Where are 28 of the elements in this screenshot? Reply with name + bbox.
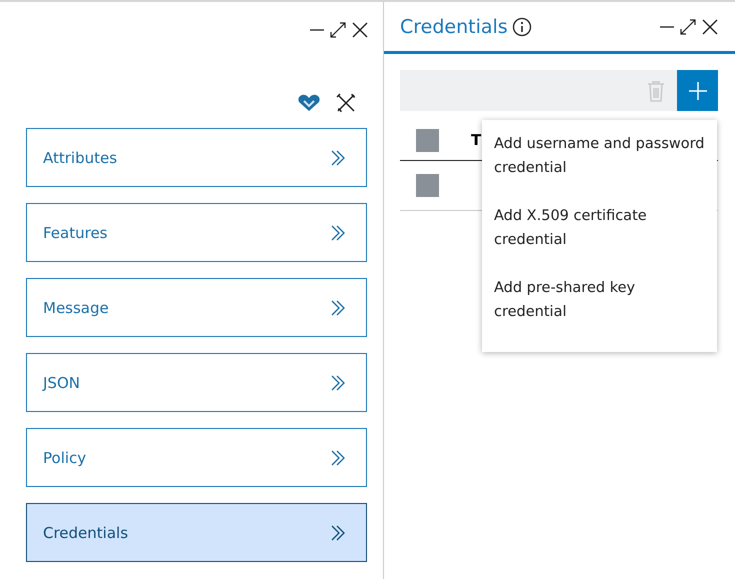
menu-item[interactable]: Add X.509 certificate credential xyxy=(494,204,705,252)
maximize-icon[interactable] xyxy=(329,21,347,39)
double-chevron-icon xyxy=(330,224,346,242)
add-button[interactable] xyxy=(677,70,718,111)
double-chevron-icon xyxy=(330,148,346,166)
double-chevron-icon xyxy=(330,298,346,316)
plus-icon xyxy=(688,80,708,100)
nav-item[interactable]: Credentials xyxy=(26,503,367,562)
column-header: T xyxy=(471,131,482,149)
nav-item[interactable]: JSON xyxy=(26,353,367,412)
maximize-icon[interactable] xyxy=(679,18,697,36)
nav-item[interactable]: Message xyxy=(26,278,367,337)
nav-item[interactable]: Features xyxy=(26,203,367,262)
nav-item[interactable]: Attributes xyxy=(26,128,367,187)
double-chevron-icon xyxy=(330,448,346,466)
menu-item[interactable]: Add username and password credential xyxy=(494,132,705,180)
close-icon[interactable] xyxy=(701,18,719,36)
tools-icon[interactable] xyxy=(335,92,357,114)
info-icon[interactable] xyxy=(512,16,532,36)
heart-icon[interactable] xyxy=(297,94,321,112)
menu-item[interactable]: Add pre-shared key credential xyxy=(494,276,705,324)
double-chevron-icon xyxy=(330,524,346,542)
double-chevron-icon xyxy=(330,374,346,392)
checkbox[interactable] xyxy=(416,128,439,152)
checkbox[interactable] xyxy=(416,174,439,197)
close-icon[interactable] xyxy=(351,21,369,39)
panel-title: Credentials xyxy=(400,16,508,38)
nav-item[interactable]: Policy xyxy=(26,428,367,487)
